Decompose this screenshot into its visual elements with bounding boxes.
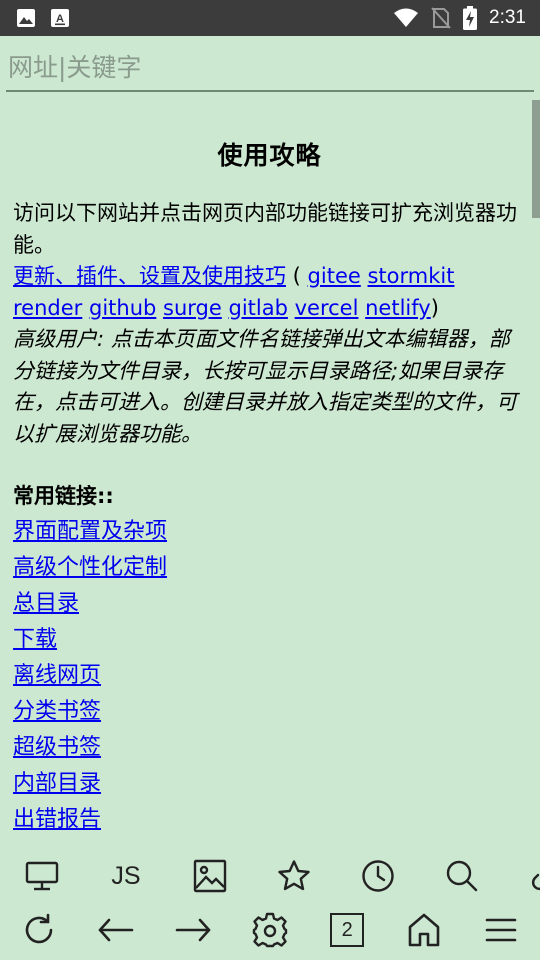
list-item: 超级书签 [13, 730, 526, 766]
common-link-error-report[interactable]: 出错报告 [13, 807, 101, 832]
browser-screen: A 2:31 使用攻略 访问以下网站并点击网页内部功能链接可扩充浏览器功能。 更… [0, 0, 540, 960]
main-toolbar: 2 [0, 902, 540, 958]
back-button[interactable] [77, 904, 154, 956]
home-button[interactable] [386, 904, 463, 956]
status-bar: A 2:31 [0, 0, 540, 36]
tab-count-badge: 2 [330, 913, 365, 947]
secondary-toolbar: JS [0, 850, 540, 902]
search-icon [446, 860, 478, 892]
paren-close: ) [430, 295, 439, 320]
image-toggle-button[interactable] [168, 850, 252, 902]
mirror-link-render[interactable]: render [13, 296, 82, 320]
history-icon [362, 860, 394, 892]
common-link-super-bookmarks[interactable]: 超级书签 [13, 735, 101, 760]
home-icon [408, 913, 440, 947]
intro-text: 访问以下网站并点击网页内部功能链接可扩充浏览器功能。 [13, 201, 517, 257]
battery-charging-icon [463, 6, 478, 30]
common-link-index[interactable]: 总目录 [13, 591, 79, 616]
wifi-icon [393, 8, 419, 28]
menu-button[interactable] [463, 904, 540, 956]
url-input[interactable] [6, 44, 534, 92]
list-item: 分类书签 [13, 694, 526, 730]
status-time: 2:31 [489, 7, 526, 28]
settings-button[interactable] [231, 904, 308, 956]
common-link-customization[interactable]: 高级个性化定制 [13, 555, 167, 580]
tab-count: 2 [341, 918, 353, 941]
list-item: 界面配置及杂项 [13, 514, 526, 550]
common-link-offline[interactable]: 离线网页 [13, 663, 101, 688]
settings-icon [252, 912, 288, 948]
mirror-link-netlify[interactable]: netlify [365, 296, 431, 320]
page-title: 使用攻略 [217, 141, 322, 170]
desktop-mode-button[interactable] [0, 850, 84, 902]
mirror-link-gitee[interactable]: gitee [308, 264, 361, 288]
text-icon: A [50, 8, 70, 28]
page-content: 使用攻略 访问以下网站并点击网页内部功能链接可扩充浏览器功能。 更新、插件、设置… [0, 100, 540, 848]
back-icon [98, 918, 134, 942]
mirror-link-github[interactable]: github [89, 296, 156, 320]
common-link-internal-dir[interactable]: 内部目录 [13, 771, 101, 796]
desktop-icon [25, 861, 59, 891]
reload-button[interactable] [0, 904, 77, 956]
common-link-category-bookmarks[interactable]: 分类书签 [13, 699, 101, 724]
image-icon [193, 859, 227, 893]
common-link-ui-config[interactable]: 界面配置及杂项 [13, 519, 167, 544]
js-label: JS [111, 861, 141, 890]
common-links-list: 界面配置及杂项 高级个性化定制 总目录 下载 离线网页 分类书签 超级书签 内部… [13, 514, 526, 838]
history-button[interactable] [336, 850, 420, 902]
search-button[interactable] [420, 850, 504, 902]
image-icon [16, 8, 36, 28]
list-item: 下载 [13, 622, 526, 658]
menu-icon [486, 918, 517, 942]
link-icon [532, 873, 540, 890]
common-link-download[interactable]: 下载 [13, 627, 57, 652]
mirror-link-gitlab[interactable]: gitlab [228, 296, 287, 320]
list-item: 离线网页 [13, 658, 526, 694]
mirror-links-line: 更新、插件、设置及使用技巧 ( gitee stormkit render gi… [13, 261, 526, 324]
list-item: 内部目录 [13, 766, 526, 802]
bookmark-button[interactable] [252, 850, 336, 902]
svg-text:A: A [56, 13, 64, 25]
url-bar [6, 44, 534, 94]
no-sim-icon [431, 7, 451, 29]
common-links-title: 常用链接:: [13, 484, 114, 508]
javascript-toggle-button[interactable]: JS [84, 850, 168, 902]
list-item: 高级个性化定制 [13, 550, 526, 586]
link-button[interactable] [504, 850, 540, 902]
main-guide-link[interactable]: 更新、插件、设置及使用技巧 [13, 264, 286, 288]
list-item: 出错报告 [13, 802, 526, 838]
tabs-button[interactable]: 2 [309, 904, 386, 956]
advanced-note: 高级用户: 点击本页面文件名链接弹出文本编辑器，部分链接为文件目录，长按可显示目… [13, 327, 517, 446]
list-item: 总目录 [13, 586, 526, 622]
mirror-link-surge[interactable]: surge [163, 296, 222, 320]
mirror-link-stormkit[interactable]: stormkit [367, 264, 454, 288]
star-icon [278, 860, 310, 891]
forward-icon [175, 918, 211, 942]
forward-button[interactable] [154, 904, 231, 956]
paren-open: ( [286, 264, 308, 288]
reload-icon [25, 913, 52, 944]
mirror-link-vercel[interactable]: vercel [295, 296, 359, 320]
